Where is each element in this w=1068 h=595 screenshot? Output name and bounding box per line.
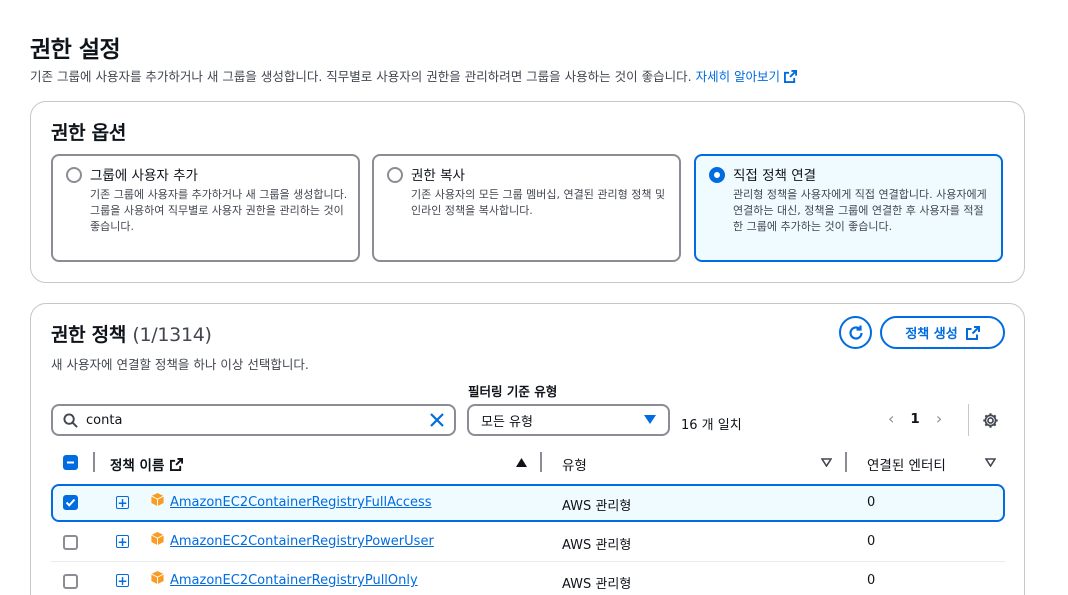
external-link-icon (965, 325, 980, 340)
column-header-attached-entities[interactable]: 연결된 엔터티 (867, 454, 946, 474)
minus-icon (67, 461, 74, 464)
select-all-checkbox[interactable] (63, 455, 78, 470)
gear-icon[interactable] (982, 412, 999, 429)
option-label: 권한 복사 (411, 168, 465, 184)
sort-icon[interactable] (985, 458, 996, 467)
refresh-icon (848, 325, 863, 340)
radio-copy-permissions[interactable] (387, 167, 403, 183)
column-header-policy-name[interactable]: 정책 이름 (110, 454, 184, 474)
policy-name-link[interactable]: AmazonEC2ContainerRegistryFullAccess (170, 495, 432, 510)
create-policy-label: 정책 생성 (905, 327, 958, 342)
package-icon (151, 531, 164, 546)
column-type-label: 유형 (562, 458, 587, 474)
row-checkbox[interactable] (63, 535, 78, 550)
previous-page-icon[interactable]: ‹ (888, 409, 894, 428)
column-divider (93, 452, 95, 472)
sort-ascending-icon[interactable] (516, 458, 527, 467)
policy-name-link[interactable]: AmazonEC2ContainerRegistryPullOnly (170, 573, 418, 588)
filter-type-label: 필터링 기준 유형 (468, 384, 558, 399)
create-policy-button[interactable]: 정책 생성 (880, 316, 1005, 349)
policy-type: AWS 관리형 (562, 538, 632, 553)
external-link-icon (784, 70, 798, 83)
option-attach-policies-directly[interactable]: 직접 정책 연결 관리형 정책을 사용자에게 직접 연결합니다. 사용자에게 연… (694, 154, 1003, 262)
option-description: 기존 그룹에 사용자를 추가하거나 새 그룹을 생성합니다. 그룹을 사용하여 … (90, 188, 348, 233)
column-entities-label: 연결된 엔터티 (867, 458, 946, 474)
policy-type: AWS 관리형 (562, 577, 632, 592)
external-link-icon (170, 457, 184, 471)
option-add-to-group[interactable]: 그룹에 사용자 추가 기존 그룹에 사용자를 추가하거나 새 그룹을 생성합니다… (51, 154, 360, 262)
page-description-text: 기존 그룹에 사용자를 추가하거나 새 그룹을 생성합니다. 직무별로 사용자의… (30, 69, 692, 84)
expand-icon[interactable]: + (116, 535, 129, 548)
column-divider (540, 452, 542, 472)
current-page[interactable]: 1 (910, 411, 919, 427)
search-value: conta (86, 412, 123, 428)
policy-search-input[interactable]: conta (51, 404, 456, 436)
option-description: 관리형 정책을 사용자에게 직접 연결합니다. 사용자에게 연결하는 대신, 정… (733, 188, 987, 233)
option-description: 기존 사용자의 모든 그룹 멤버십, 연결된 관리형 정책 및 인라인 정책을 … (411, 188, 666, 217)
option-label: 직접 정책 연결 (733, 168, 817, 184)
match-count: 16 개 일치 (681, 418, 742, 433)
policy-type: AWS 관리형 (562, 499, 632, 514)
learn-more-label: 자세히 알아보기 (695, 69, 781, 84)
caret-down-icon (644, 415, 656, 424)
attached-entities-count: 0 (867, 495, 876, 510)
package-icon (151, 570, 164, 585)
policy-name-link[interactable]: AmazonEC2ContainerRegistryPowerUser (170, 534, 434, 549)
check-icon (65, 498, 76, 507)
row-checkbox[interactable] (63, 495, 78, 510)
search-icon (63, 412, 78, 428)
column-header-type[interactable]: 유형 (562, 454, 587, 474)
policies-subtitle: 새 사용자에 연결할 정책을 하나 이상 선택합니다. (51, 357, 309, 372)
row-separator (51, 561, 1005, 562)
row-checkbox[interactable] (63, 574, 78, 589)
permission-options-title: 권한 옵션 (51, 122, 127, 144)
page-description: 기존 그룹에 사용자를 추가하거나 새 그룹을 생성합니다. 직무별로 사용자의… (30, 66, 798, 85)
type-filter-select[interactable]: 모든 유형 (467, 404, 670, 436)
pagination: ‹ 1 › (888, 409, 942, 428)
radio-add-to-group[interactable] (66, 167, 82, 183)
selected-count: (1/1314) (132, 324, 212, 346)
sort-icon[interactable] (821, 458, 832, 467)
page-title: 권한 설정 (30, 37, 121, 63)
attached-entities-count: 0 (867, 534, 876, 549)
permission-policies-title: 권한 정책 (1/1314) (51, 320, 212, 347)
attached-entities-count: 0 (867, 573, 876, 588)
option-copy-permissions[interactable]: 권한 복사 기존 사용자의 모든 그룹 멤버십, 연결된 관리형 정책 및 인라… (372, 154, 681, 262)
package-icon (151, 492, 164, 507)
pager-divider (968, 404, 969, 436)
permission-policies-panel: 권한 정책 (1/1314) 새 사용자에 연결할 정책을 하나 이상 선택합니… (30, 303, 1025, 595)
permission-options-panel: 권한 옵션 그룹에 사용자 추가 기존 그룹에 사용자를 추가하거나 새 그룹을… (30, 101, 1025, 283)
expand-icon[interactable]: + (116, 574, 129, 587)
expand-icon[interactable]: + (116, 496, 129, 509)
next-page-icon[interactable]: › (936, 409, 942, 428)
policies-title-text: 권한 정책 (51, 324, 127, 346)
option-label: 그룹에 사용자 추가 (90, 168, 198, 184)
refresh-button[interactable] (839, 316, 872, 349)
column-policy-name-label: 정책 이름 (110, 458, 165, 474)
type-filter-value: 모든 유형 (481, 414, 533, 430)
radio-attach-policies-directly[interactable] (709, 167, 725, 183)
clear-icon[interactable] (430, 413, 444, 427)
learn-more-link[interactable]: 자세히 알아보기 (695, 69, 798, 84)
column-divider (845, 452, 847, 472)
